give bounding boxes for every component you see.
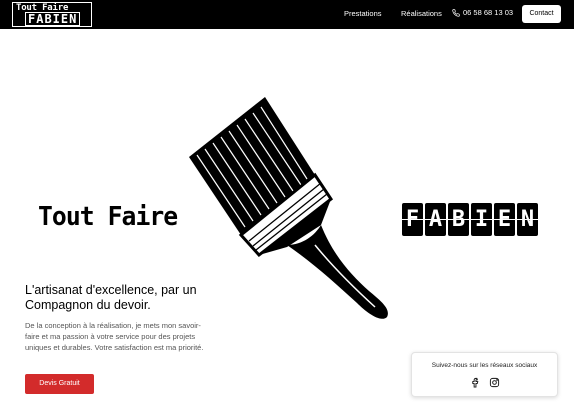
flap-letter: A (425, 203, 446, 236)
flap-letter: N (517, 203, 538, 236)
hero-description: De la conception à la réalisation, je me… (25, 321, 204, 352)
instagram-icon[interactable] (489, 375, 500, 388)
flap-letter: I (471, 203, 492, 236)
hero-headline: L'artisanat d'excellence, par un Compagn… (25, 283, 197, 312)
brand-tout-faire: Tout Faire (38, 202, 178, 232)
nav-link-prestations[interactable]: Prestations (344, 9, 382, 18)
flap-letter: B (448, 203, 469, 236)
brand-fabien-split-flap: F A B I E N (402, 203, 538, 236)
phone-number: 06 58 68 13 03 (463, 8, 514, 17)
paintbrush-illustration (189, 97, 388, 319)
flap-letter: F (402, 203, 423, 236)
logo-line-2: FABIEN (25, 12, 81, 26)
nav-link-realisations[interactable]: Réalisations (401, 9, 442, 18)
social-media-card: Suivez-nous sur les réseaux sociaux (411, 352, 558, 397)
contact-button[interactable]: Contact (522, 5, 561, 23)
site-logo[interactable]: Tout Faire FABIEN (12, 2, 92, 27)
phone-icon (452, 9, 460, 17)
phone-link[interactable]: 06 58 68 13 03 (452, 8, 513, 17)
social-card-title: Suivez-nous sur les réseaux sociaux (431, 362, 538, 369)
top-navigation-bar: Tout Faire FABIEN Prestations Réalisatio… (0, 0, 574, 29)
social-icons-row (412, 375, 557, 388)
facebook-icon[interactable] (470, 375, 481, 388)
free-quote-button[interactable]: Devis Gratuit (25, 374, 94, 394)
flap-letter: E (494, 203, 515, 236)
